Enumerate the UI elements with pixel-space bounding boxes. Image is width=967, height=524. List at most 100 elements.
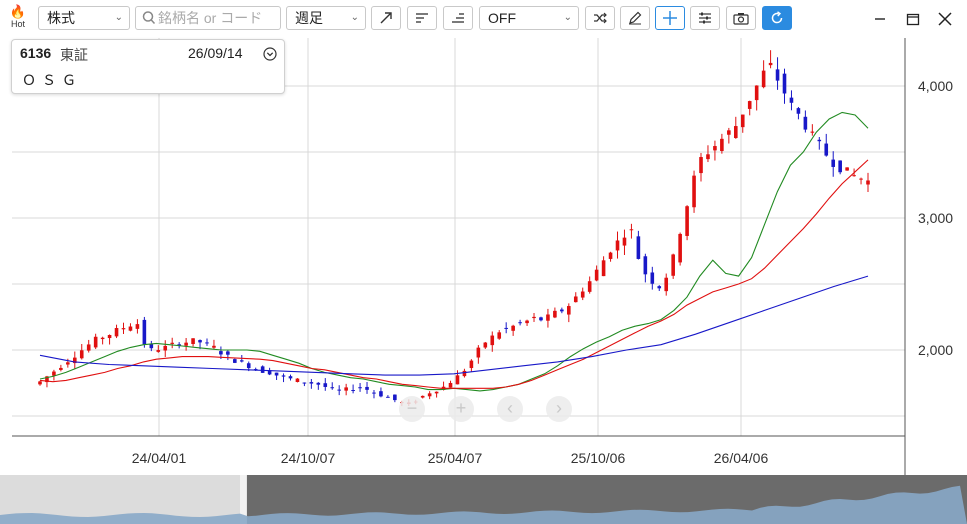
candle-body bbox=[156, 350, 161, 352]
price-chart[interactable]: 2,000 3,000 4,000 24/04/01 24/10/07 25/04/07 2… bbox=[0, 38, 967, 475]
candle-body bbox=[720, 138, 724, 152]
stock-market: 東証 bbox=[60, 47, 88, 63]
candle-body bbox=[344, 387, 348, 391]
candle-body bbox=[483, 342, 488, 348]
x-tick-label: 24/10/07 bbox=[281, 450, 336, 466]
maximize-button[interactable] bbox=[901, 8, 925, 30]
candle-body bbox=[497, 332, 502, 339]
candle-body bbox=[699, 157, 703, 174]
overlay-value: OFF bbox=[488, 10, 516, 26]
candle-body bbox=[86, 344, 91, 351]
candle-body bbox=[740, 114, 745, 128]
candle-body bbox=[692, 175, 696, 208]
candle-body bbox=[79, 350, 84, 359]
candle-body bbox=[295, 378, 300, 383]
candle-body bbox=[580, 291, 585, 298]
camera-icon bbox=[733, 12, 749, 25]
y-tick-label: 2,000 bbox=[918, 342, 953, 358]
trendline-button[interactable] bbox=[371, 6, 401, 30]
candle-body bbox=[546, 314, 550, 321]
candle-body bbox=[511, 325, 515, 331]
candle-body bbox=[212, 345, 216, 348]
candle-body bbox=[782, 73, 787, 94]
asset-type-select[interactable]: 株式 ⌄ bbox=[38, 6, 130, 30]
candle-body bbox=[330, 387, 335, 389]
shuffle-button[interactable] bbox=[585, 6, 615, 30]
candle-body bbox=[560, 309, 564, 312]
toolbar: 🔥 Hot 株式 ⌄ 週足 ⌄ bbox=[0, 0, 967, 38]
candle-body bbox=[462, 370, 467, 377]
candle-body bbox=[448, 382, 453, 388]
ma-line bbox=[39, 159, 869, 389]
candle-body bbox=[622, 237, 627, 246]
candle-body bbox=[601, 260, 606, 277]
crosshair-button[interactable] bbox=[655, 6, 685, 30]
chevron-down-icon: ⌄ bbox=[114, 12, 123, 23]
minimize-button[interactable] bbox=[868, 8, 892, 30]
candle-body bbox=[587, 281, 592, 292]
candle-body bbox=[866, 180, 870, 185]
align-left-button[interactable] bbox=[407, 6, 437, 30]
range-navigator[interactable] bbox=[0, 475, 967, 524]
zoom-in-button[interactable]: + bbox=[448, 396, 474, 422]
stock-code: 6136 bbox=[20, 45, 52, 61]
candle-body bbox=[379, 391, 383, 397]
stock-name: ＯＳＧ bbox=[22, 72, 82, 88]
draw-button[interactable] bbox=[620, 6, 650, 30]
stock-date: 26/09/14 bbox=[188, 45, 243, 61]
x-tick-label: 26/04/06 bbox=[714, 450, 769, 466]
candle-body bbox=[629, 229, 634, 231]
candle-body bbox=[233, 359, 237, 363]
arrow-up-right-icon bbox=[380, 12, 392, 24]
candle-body bbox=[114, 328, 119, 337]
crosshair-icon bbox=[663, 11, 677, 25]
screenshot-button[interactable] bbox=[726, 6, 756, 30]
candle-body bbox=[191, 338, 195, 344]
chevron-circle-icon[interactable] bbox=[263, 47, 277, 61]
ma-line bbox=[39, 275, 869, 376]
candle-body bbox=[615, 240, 620, 251]
candle-body bbox=[198, 340, 202, 343]
candle-body bbox=[678, 233, 682, 263]
candle-body bbox=[567, 306, 571, 315]
candle-body bbox=[553, 310, 557, 318]
candle-body bbox=[455, 375, 460, 385]
candle-body bbox=[643, 256, 648, 275]
align-right-button[interactable] bbox=[443, 6, 473, 30]
candle-body bbox=[135, 324, 140, 329]
candle-body bbox=[532, 316, 536, 319]
candle-body bbox=[657, 286, 662, 289]
settings-button[interactable] bbox=[690, 6, 720, 30]
candle-body bbox=[107, 334, 112, 339]
period-select[interactable]: 週足 ⌄ bbox=[286, 6, 366, 30]
overlay-select[interactable]: OFF ⌄ bbox=[479, 6, 579, 30]
close-button[interactable] bbox=[933, 8, 957, 30]
hot-label: Hot bbox=[10, 19, 25, 29]
zoom-out-button[interactable]: − bbox=[399, 396, 425, 422]
candle-body bbox=[170, 342, 175, 344]
candle-body bbox=[420, 395, 425, 398]
scroll-left-button[interactable]: ‹ bbox=[497, 396, 523, 422]
candle-body bbox=[469, 360, 474, 369]
candle-body bbox=[518, 322, 522, 324]
candle-body bbox=[38, 381, 42, 385]
candle-body bbox=[845, 167, 849, 171]
scroll-right-button[interactable]: › bbox=[546, 396, 572, 422]
hot-button[interactable]: 🔥 Hot bbox=[6, 4, 30, 34]
candle-body bbox=[754, 85, 759, 101]
candle-body bbox=[246, 363, 251, 369]
refresh-button[interactable] bbox=[762, 6, 792, 30]
candle-body bbox=[393, 394, 397, 401]
candle-body bbox=[852, 175, 856, 177]
candle-body bbox=[163, 345, 168, 351]
candle-body bbox=[302, 382, 307, 384]
candle-body bbox=[525, 320, 529, 324]
candle-body bbox=[650, 272, 655, 284]
sliders-icon bbox=[699, 12, 711, 24]
candle-body bbox=[685, 206, 689, 236]
symbol-search[interactable] bbox=[135, 6, 281, 30]
candle-body bbox=[128, 326, 133, 331]
search-input[interactable] bbox=[158, 8, 276, 28]
asset-type-value: 株式 bbox=[47, 10, 75, 26]
candle-body bbox=[594, 269, 599, 281]
